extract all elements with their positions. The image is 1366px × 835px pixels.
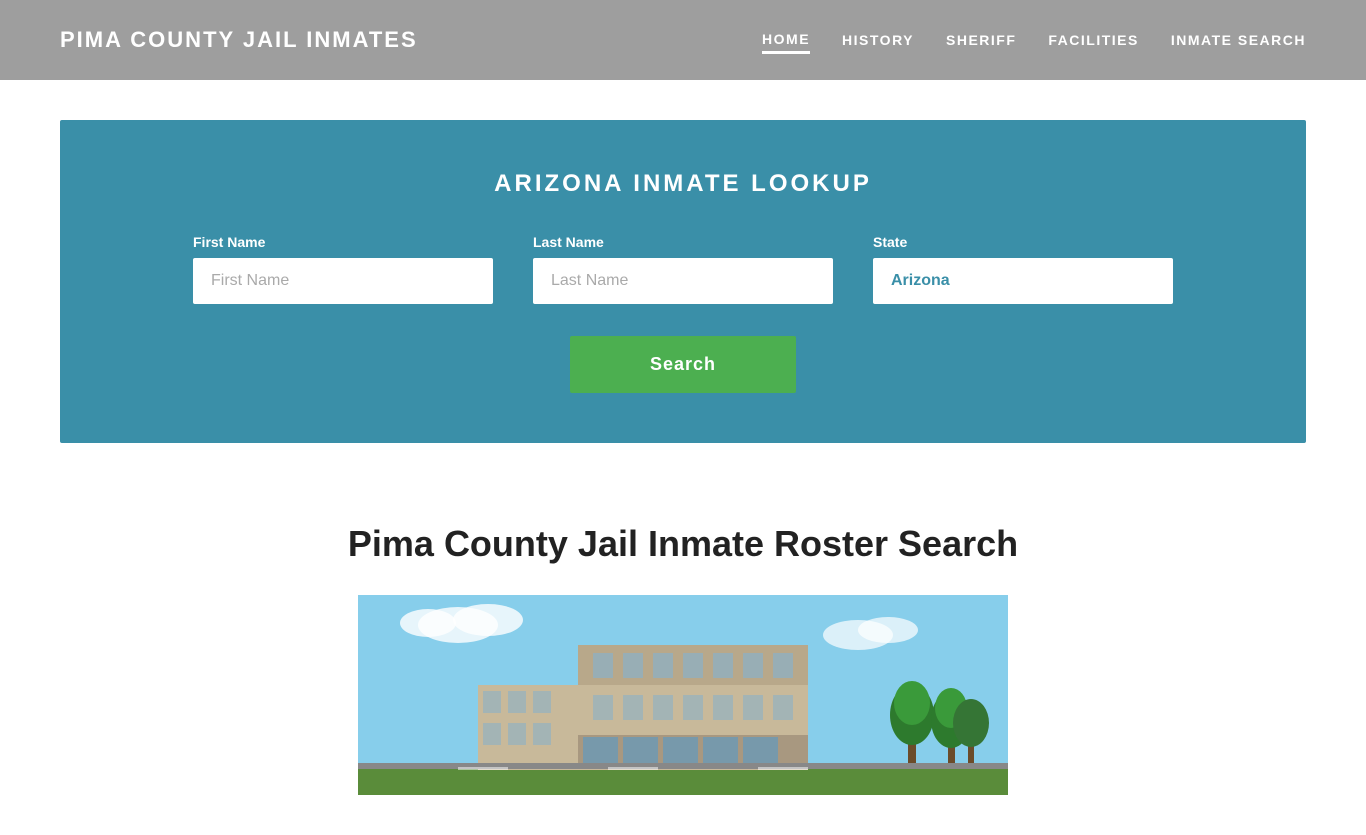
state-label: State [873, 234, 1173, 250]
first-name-group: First Name [193, 234, 493, 304]
lookup-section: ARIZONA INMATE LOOKUP First Name Last Na… [60, 120, 1306, 443]
nav-home[interactable]: HOME [762, 27, 810, 54]
lookup-title: ARIZONA INMATE LOOKUP [120, 170, 1246, 198]
state-input[interactable] [873, 258, 1173, 304]
state-group: State [873, 234, 1173, 304]
first-name-input[interactable] [193, 258, 493, 304]
page-heading: Pima County Jail Inmate Roster Search [60, 523, 1306, 565]
first-name-label: First Name [193, 234, 493, 250]
main-nav: HOME HISTORY SHERIFF FACILITIES INMATE S… [762, 27, 1306, 54]
site-header: PIMA COUNTY JAIL INMATES HOME HISTORY SH… [0, 0, 1366, 80]
main-content: Pima County Jail Inmate Roster Search [0, 483, 1366, 835]
nav-sheriff[interactable]: SHERIFF [946, 28, 1016, 52]
search-button[interactable]: Search [570, 336, 796, 393]
last-name-label: Last Name [533, 234, 833, 250]
search-button-wrapper: Search [120, 336, 1246, 393]
nav-history[interactable]: HISTORY [842, 28, 914, 52]
nav-facilities[interactable]: FACILITIES [1048, 28, 1138, 52]
nav-inmate-search[interactable]: INMATE SEARCH [1171, 28, 1306, 52]
last-name-input[interactable] [533, 258, 833, 304]
site-title: PIMA COUNTY JAIL INMATES [60, 27, 418, 53]
building-image [358, 595, 1008, 795]
last-name-group: Last Name [533, 234, 833, 304]
form-row: First Name Last Name State [120, 234, 1246, 304]
